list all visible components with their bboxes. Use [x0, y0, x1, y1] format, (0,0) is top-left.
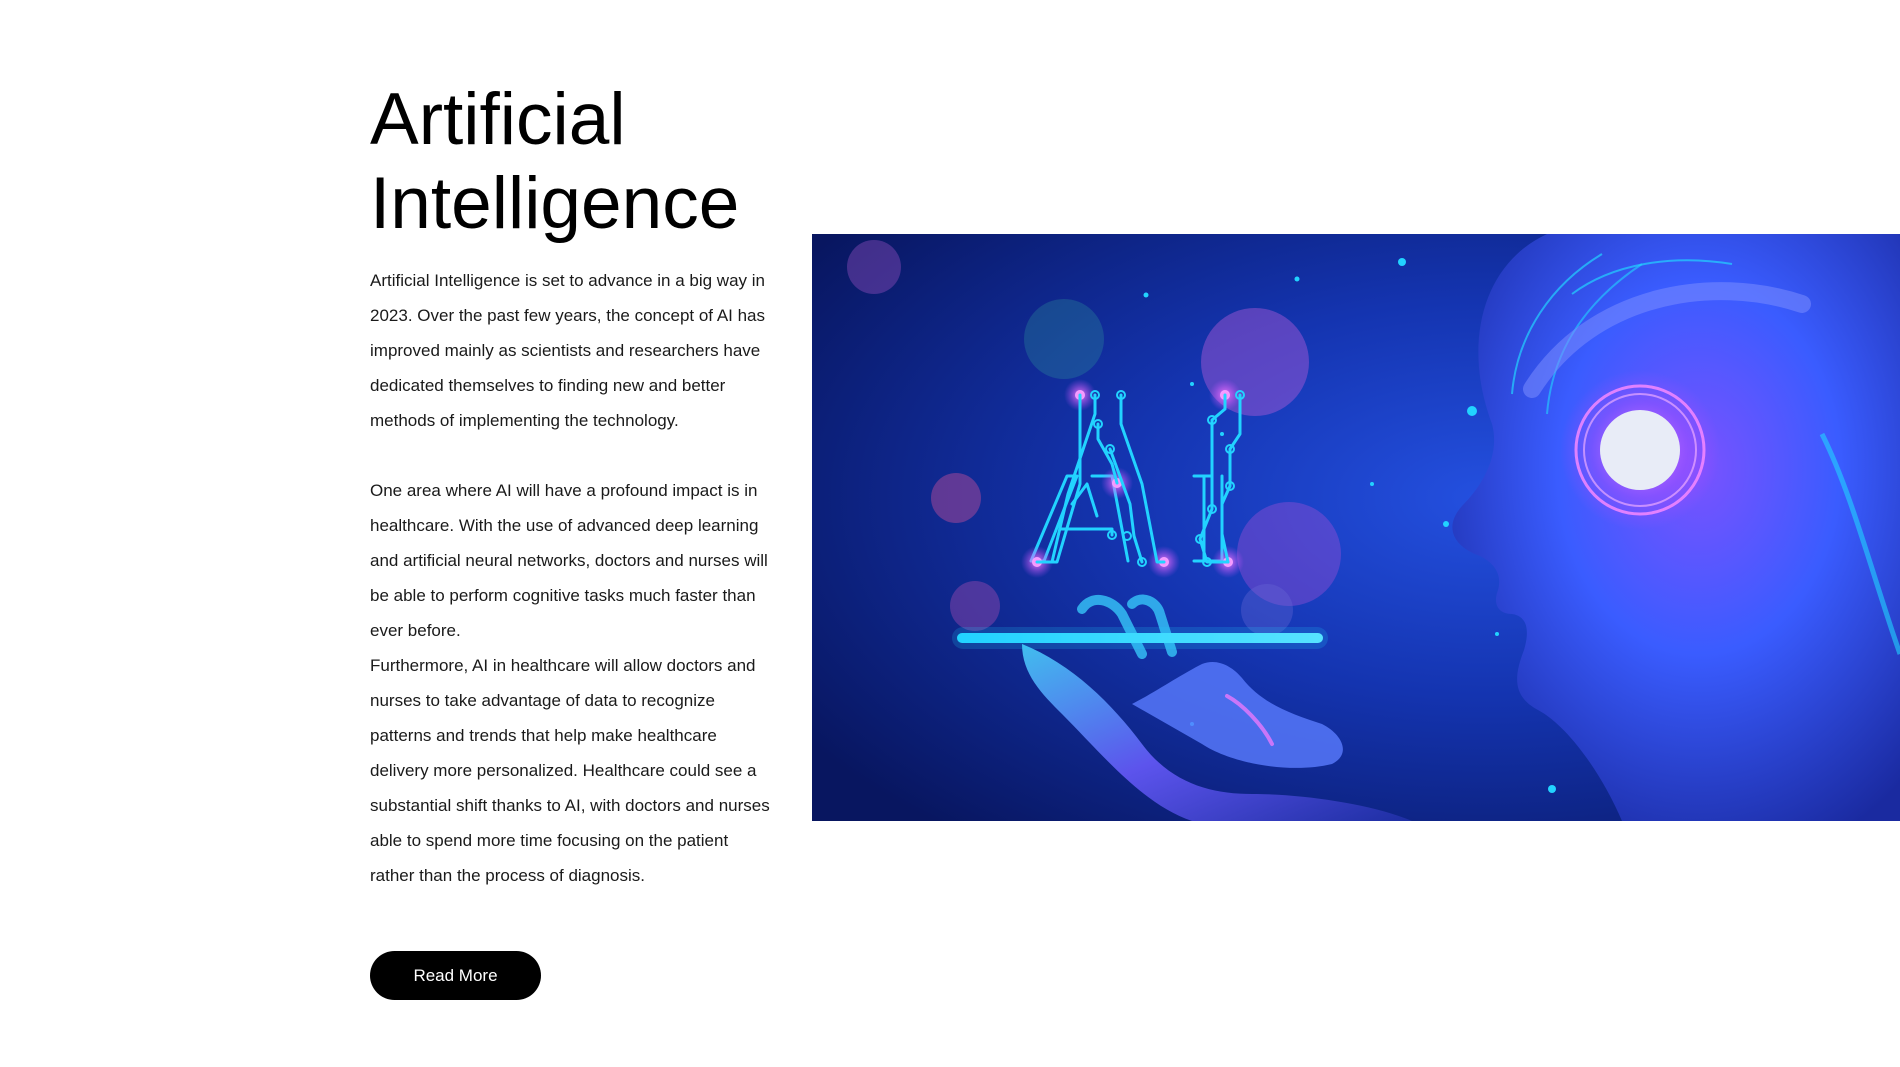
page-title-line-2: Intelligence — [370, 163, 740, 244]
page-title-line-1: Artificial — [370, 79, 626, 160]
read-more-button[interactable]: Read More — [370, 951, 541, 1000]
particle-dot — [1548, 785, 1556, 793]
head-node — [1467, 406, 1477, 416]
particle-dot — [1398, 258, 1406, 266]
page-title: Artificial Intelligence — [370, 78, 770, 246]
particle-dot — [1190, 382, 1194, 386]
particle-dot — [1443, 521, 1449, 527]
particle-dot — [1370, 482, 1374, 486]
hero-image: AI — [812, 234, 1900, 821]
orb-core — [1600, 410, 1680, 490]
bokeh-circle — [950, 581, 1000, 631]
intro-paragraph: Artificial Intelligence is set to advanc… — [370, 271, 766, 430]
bokeh-circle — [1024, 299, 1104, 379]
ai-illustration: AI — [812, 234, 1900, 821]
furthermore-paragraph: Furthermore, AI in healthcare will allow… — [370, 656, 770, 885]
article-content: Artificial Intelligence Artificial Intel… — [370, 78, 770, 893]
bokeh-circle — [847, 240, 901, 294]
bokeh-circle — [931, 473, 981, 523]
particle-dot — [1143, 292, 1149, 298]
particle-dot — [1495, 632, 1499, 636]
particle-dot — [1294, 276, 1300, 282]
healthcare-paragraph: One area where AI will have a profound i… — [370, 481, 768, 640]
platform-glow — [952, 627, 1328, 649]
particle-dot — [1220, 432, 1224, 436]
